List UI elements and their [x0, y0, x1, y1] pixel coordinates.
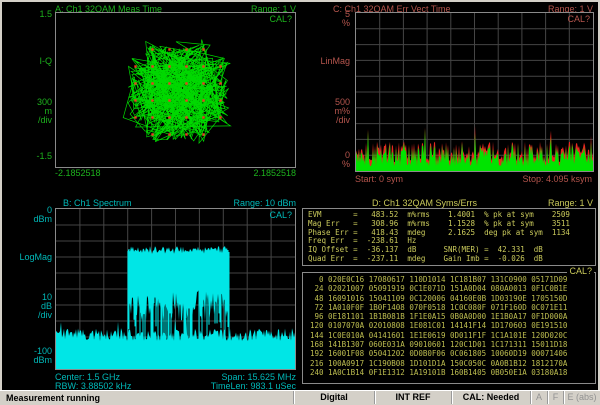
panel-c-err-vect-time[interactable]: C: Ch1 32QAM Err Vect Time Range: 1 V CA…	[300, 2, 598, 196]
panel-b-cal-badge: CAL?	[269, 210, 292, 220]
panel-b-title: B: Ch1 Spectrum	[63, 198, 132, 208]
panel-c-cal-badge: CAL?	[567, 14, 590, 24]
panel-b-y-max-unit: dBm	[4, 215, 52, 224]
status-digital: Digital	[293, 391, 374, 404]
symbol-table-box: 0 020E0C16 17080617 110D1014 1C181B07 13…	[302, 272, 596, 384]
symbol-row: 144 1C0E010A 04141601 1E1E0619 0D011F1F …	[310, 331, 595, 340]
metric-row: Quad Err = -237.11 mdeg Gain Imb = -0.02…	[308, 255, 595, 264]
status-marker-a: A	[530, 391, 547, 404]
constellation-plot	[56, 13, 295, 167]
panel-d-cal-badge: CAL?	[567, 266, 594, 276]
symbol-row: 0 020E0C16 17080617 110D1014 1C181B07 13…	[310, 275, 595, 284]
panel-d-syms-errs[interactable]: D: Ch1 32QAM Syms/Errs Range: 1 V EVM = …	[300, 196, 598, 390]
error-vector-plot	[356, 13, 593, 171]
symbol-row: 72 1A010F0F 1B0F1408 070F0518 1C0C080F 0…	[310, 303, 595, 312]
status-message: Measurement running	[0, 393, 293, 403]
symbol-row: 192 16001F08 05041202 0D0B0F06 0C061805 …	[310, 349, 595, 358]
panel-b-spectrum[interactable]: B: Ch1 Spectrum Range: 10 dBm CAL? 0 dBm…	[2, 196, 300, 390]
panel-a-x-max: 2.1852518	[253, 168, 296, 178]
panel-a-scale-per-div: /div	[4, 116, 52, 125]
panel-c-x-start: Start: 0 sym	[355, 174, 403, 184]
panel-c-scale-per-div: /div	[302, 116, 350, 125]
panel-b-range: Range: 10 dBm	[233, 198, 296, 208]
panel-a-cal-badge: CAL?	[269, 14, 292, 24]
panel-a-y-max: 1.5	[4, 10, 52, 19]
panel-a-trace-format: I-Q	[4, 57, 52, 66]
symbol-table-text: 0 020E0C16 17080617 110D1014 1C181B07 13…	[303, 273, 595, 377]
panel-c-plot-area[interactable]: CAL?	[355, 12, 594, 172]
panel-d-range: Range: 1 V	[548, 198, 593, 208]
panel-d-title: D: Ch1 32QAM Syms/Errs	[372, 198, 477, 208]
status-marker-e-abs: E (abs)	[563, 391, 600, 404]
panel-b-y-min-unit: dBm	[4, 356, 52, 365]
spectrum-plot	[56, 209, 295, 369]
panel-b-plot-area[interactable]: CAL?	[55, 208, 296, 370]
symbol-row: 120 0107070A 02010808 1E081C01 14141F14 …	[310, 321, 595, 330]
symbol-row: 240 1A0C1B14 0F1E1312 1A19101B 160B1405 …	[310, 368, 595, 377]
panel-c-y-min-unit: %	[302, 160, 350, 169]
symbol-row: 24 02021007 05091919 0C1E071D 151A0D04 0…	[310, 284, 595, 293]
metrics-text: EVM = 483.52 m%rms 1.4001 % pk at sym 25…	[303, 209, 595, 264]
symbol-row: 168 141B1307 060E031A 09010601 120C1D01 …	[310, 340, 595, 349]
panel-a-meas-time[interactable]: A: Ch1 32QAM Meas Time Range: 1 V CAL? 1…	[2, 2, 300, 196]
panel-a-y-min: -1.5	[4, 152, 52, 161]
panel-c-y-max-unit: %	[302, 19, 350, 28]
error-summary-box: EVM = 483.52 m%rms 1.4001 % pk at sym 25…	[302, 208, 596, 266]
vsa-client-area: A: Ch1 32QAM Meas Time Range: 1 V CAL? 1…	[2, 2, 598, 390]
status-marker-f: F	[547, 391, 563, 404]
panel-b-trace-format: LogMag	[4, 253, 52, 262]
status-bar: Measurement running Digital INT REF CAL:…	[0, 390, 600, 404]
panel-c-trace-format: LinMag	[302, 57, 350, 66]
status-cal-needed: CAL: Needed	[451, 391, 530, 404]
symbol-row: 96 0E181101 1B1B081B 1F1E0A15 0B0A0D00 1…	[310, 312, 595, 321]
status-reference: INT REF	[374, 391, 451, 404]
panel-b-scale-per-div: /div	[4, 311, 52, 320]
symbol-row: 48 16091016 15041109 0C120006 04160E0B 1…	[310, 294, 595, 303]
panel-a-x-min: -2.1852518	[55, 168, 101, 178]
symbol-row: 216 100A0917 1C190B08 1D101D1A 150C050C …	[310, 359, 595, 368]
panel-a-plot-area[interactable]: CAL?	[55, 12, 296, 168]
panel-c-x-stop: Stop: 4.095 ksym	[522, 174, 592, 184]
